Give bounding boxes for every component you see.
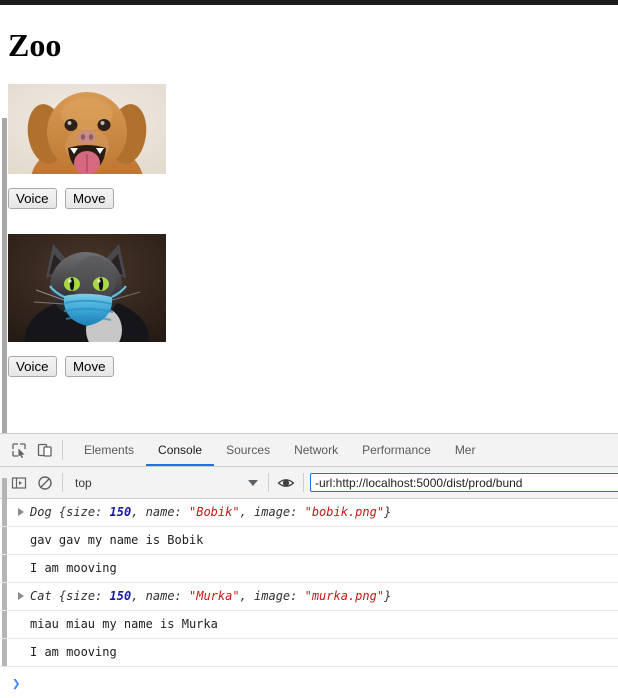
page-scrollbar-thumb[interactable] [2,118,7,433]
console-toolbar-divider-1 [62,473,63,492]
page-scrollbar[interactable] [0,5,7,433]
execution-context-select[interactable]: top [67,472,264,493]
console-message-text: miau miau my name is Murka [30,617,218,631]
console-row-cat-object[interactable]: Cat {size: 150, name: "Murka", image: "m… [0,583,618,611]
console-row-message: miau miau my name is Murka [0,611,618,639]
tab-elements[interactable]: Elements [72,434,146,466]
prop-key-size: size: [66,589,110,603]
voice-button-dog[interactable]: Voice [8,188,57,209]
console-output: Dog {size: 150, name: "Bobik", image: "b… [0,499,618,698]
console-row-message: gav gav my name is Bobik [0,527,618,555]
prop-value-name: "Murka" [189,589,240,603]
device-toolbar-icon[interactable] [32,437,58,463]
prop-key-image: image: [254,589,305,603]
console-row-message: I am mooving [0,639,618,667]
animal-card-dog: Voice Move [8,84,166,209]
tab-performance[interactable]: Performance [350,434,443,466]
devtools-tool-icons [0,434,72,466]
prop-key-size: size: [66,505,110,519]
page-title: Zoo [8,27,62,63]
tab-memory[interactable]: Mer [443,434,488,466]
toolbar-divider [62,440,63,460]
console-message-text: I am mooving [30,561,117,575]
console-row-dog-object[interactable]: Dog {size: 150, name: "Bobik", image: "b… [0,499,618,527]
object-class-name: Dog [30,505,52,519]
expand-triangle-icon[interactable] [18,592,24,600]
voice-button-cat[interactable]: Voice [8,356,57,377]
console-toolbar-divider-3 [303,473,304,492]
console-row-message: I am mooving [0,555,618,583]
console-toolbar: top [0,467,618,499]
prop-value-image: "bobik.png" [304,505,385,519]
dog-button-row: Voice Move [8,188,166,209]
prop-value-name: "Bobik" [189,505,240,519]
prop-sep-1: , [131,589,146,603]
prop-key-name: name: [145,589,189,603]
prop-sep-1: , [131,505,146,519]
console-message-text: I am mooving [30,645,117,659]
prop-sep-2: , [239,505,255,519]
object-open-brace: { [51,589,67,603]
inspect-element-icon[interactable] [6,437,32,463]
prop-value-size: 150 [109,589,132,603]
animal-card-cat: Voice Move [8,234,166,377]
clear-console-icon[interactable] [32,470,58,496]
dog-photo [8,84,166,174]
console-message-text: gav gav my name is Bobik [30,533,204,547]
expand-triangle-icon[interactable] [18,508,24,516]
chevron-down-icon [248,479,258,486]
object-open-brace: { [51,505,67,519]
live-expression-eye-icon[interactable] [273,470,299,496]
prop-key-image: image: [254,505,305,519]
console-filter-input[interactable] [310,473,618,492]
console-toolbar-divider-2 [268,473,269,492]
object-close-brace: } [384,505,392,519]
object-close-brace: } [384,589,392,603]
prop-key-name: name: [145,505,189,519]
prop-sep-2: , [239,589,255,603]
move-button-cat[interactable]: Move [64,356,114,377]
tab-network[interactable]: Network [282,434,350,466]
prompt-caret-icon: ❯ [12,676,21,692]
cat-photo [8,234,166,342]
tab-console[interactable]: Console [146,434,215,466]
tab-sources[interactable]: Sources [214,434,282,466]
console-sidebar-icon[interactable] [6,470,32,496]
move-button-dog[interactable]: Move [64,188,114,209]
prop-value-image: "murka.png" [304,589,385,603]
console-input-prompt[interactable]: ❯ [0,667,618,698]
devtools-tab-list: Elements Console Sources Network Perform… [72,434,618,466]
devtools-tabbar: Elements Console Sources Network Perform… [0,434,618,467]
cat-button-row: Voice Move [8,356,166,377]
devtools-panel: Elements Console Sources Network Perform… [0,433,618,698]
object-class-name: Cat [30,589,52,603]
execution-context-value: top [75,475,92,490]
page-viewport: Zoo Voice Move Voice Move [0,5,618,433]
prop-value-size: 150 [109,505,132,519]
